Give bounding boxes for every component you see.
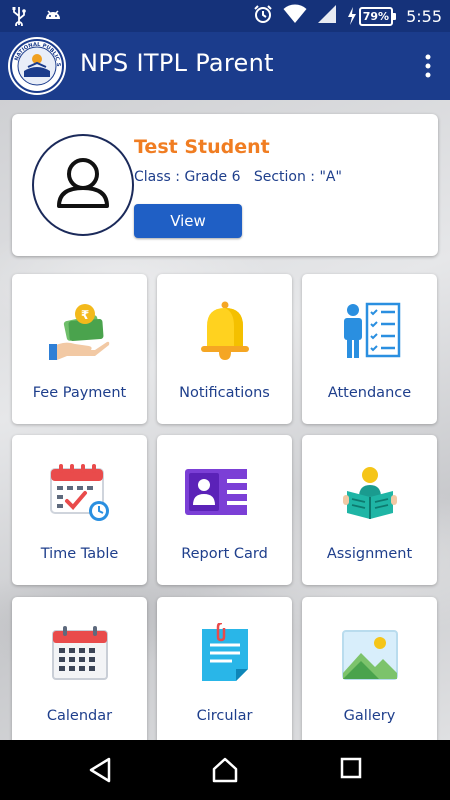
attendance-icon: [344, 302, 401, 358]
android-icon: [44, 7, 62, 29]
usb-icon: [12, 6, 26, 30]
clock: 5:55: [406, 6, 442, 26]
tile-label: Notifications: [179, 385, 270, 401]
tile-label: Report Card: [181, 546, 268, 562]
student-name: Test Student: [134, 136, 270, 158]
tile-assignment[interactable]: Assignment: [302, 435, 437, 585]
tile-calendar[interactable]: Calendar: [12, 597, 147, 740]
report-card-icon: [185, 469, 247, 515]
tile-time-table[interactable]: Time Table: [12, 435, 147, 585]
tile-label: Attendance: [327, 385, 412, 401]
status-bar: 79% 5:55: [0, 0, 450, 32]
overflow-menu-icon[interactable]: [420, 52, 436, 80]
gallery-icon: [342, 630, 398, 680]
class-section: Class : Grade 6 Section : "A": [134, 169, 342, 185]
circular-icon: [202, 623, 248, 681]
tile-attendance[interactable]: Attendance: [302, 274, 437, 424]
tile-label: Fee Payment: [32, 385, 127, 401]
tile-gallery[interactable]: Gallery: [302, 597, 437, 740]
recents-icon[interactable]: [340, 757, 362, 783]
bell-icon: [201, 301, 249, 360]
tile-fee-payment[interactable]: ₹ Fee Payment: [12, 274, 147, 424]
battery-icon: 79%: [347, 6, 397, 26]
alarm-icon: [253, 4, 273, 28]
system-nav-bar: [0, 740, 450, 800]
tile-notifications[interactable]: Notifications: [157, 274, 292, 424]
tile-label: Circular: [196, 708, 253, 724]
tile-label: Calendar: [46, 708, 113, 724]
calendar-icon: [52, 626, 108, 680]
tile-report-card[interactable]: Report Card: [157, 435, 292, 585]
home-icon[interactable]: [211, 757, 239, 787]
timetable-icon: [50, 464, 109, 521]
avatar: [32, 134, 134, 236]
back-icon[interactable]: [88, 757, 112, 787]
view-button[interactable]: View: [134, 204, 242, 238]
svg-text:₹: ₹: [81, 308, 89, 322]
tile-circular[interactable]: Circular: [157, 597, 292, 740]
wifi-icon: [283, 4, 307, 28]
tile-label: Time Table: [40, 546, 119, 562]
dashboard: Test Student Class : Grade 6 Section : "…: [0, 100, 450, 740]
signal-icon: [317, 4, 337, 28]
tile-label: Gallery: [343, 708, 396, 724]
battery-level: 79%: [358, 6, 394, 26]
student-card: Test Student Class : Grade 6 Section : "…: [12, 114, 438, 256]
school-logo: NATIONAL PUBLIC SCHOOL: [6, 33, 66, 95]
app-bar: NATIONAL PUBLIC SCHOOL NPS ITPL Parent: [0, 32, 450, 100]
fee-payment-icon: ₹: [49, 304, 110, 360]
app-title: NPS ITPL Parent: [80, 49, 274, 77]
assignment-icon: [343, 467, 397, 519]
tile-label: Assignment: [326, 546, 413, 562]
